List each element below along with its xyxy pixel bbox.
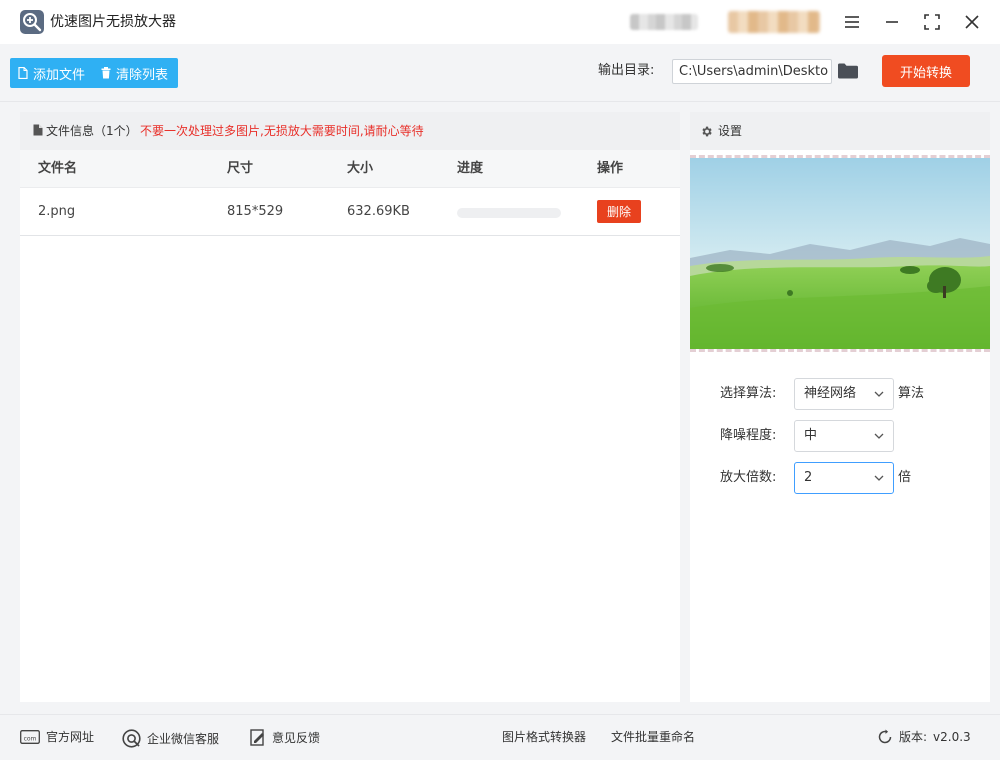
minimize-icon[interactable] bbox=[880, 10, 904, 34]
version-value: v2.0.3 bbox=[933, 730, 971, 744]
progress-bar bbox=[457, 208, 561, 218]
col-action-header: 操作 bbox=[597, 161, 624, 176]
file-info-icon bbox=[33, 124, 43, 136]
add-file-label: 添加文件 bbox=[33, 67, 86, 83]
col-progress-header: 进度 bbox=[457, 161, 484, 176]
file-actions-group: 添加文件 清除列表 bbox=[10, 58, 179, 88]
col-filesize-header: 大小 bbox=[347, 161, 374, 176]
trash-icon bbox=[101, 67, 111, 79]
website-label: 官方网址 bbox=[46, 730, 95, 744]
chevron-down-icon bbox=[874, 433, 884, 439]
close-icon[interactable] bbox=[960, 10, 984, 34]
denoise-select-value: 中 bbox=[804, 428, 818, 443]
chat-icon bbox=[122, 729, 141, 748]
format-converter-label: 图片格式转换器 bbox=[502, 730, 587, 744]
col-dimensions-header: 尺寸 bbox=[227, 161, 254, 176]
algorithm-select[interactable]: 神经网络 bbox=[794, 378, 894, 410]
file-panel: 文件信息（1个） 不要一次处理过多图片,无损放大需要时间,请耐心等待 文件名 尺… bbox=[20, 112, 680, 702]
algorithm-suffix: 算法 bbox=[898, 386, 925, 401]
scale-select-value: 2 bbox=[804, 470, 813, 485]
scale-label: 放大倍数: bbox=[720, 470, 777, 485]
wechat-service-label: 企业微信客服 bbox=[147, 731, 220, 746]
clear-list-label: 清除列表 bbox=[116, 67, 169, 83]
file-panel-title: 文件信息（1个） bbox=[46, 124, 138, 138]
col-name-header: 文件名 bbox=[38, 161, 78, 176]
gear-icon bbox=[702, 126, 712, 137]
version-label: 版本: bbox=[899, 730, 928, 744]
scale-select[interactable]: 2 bbox=[794, 462, 894, 494]
algorithm-select-value: 神经网络 bbox=[804, 386, 857, 401]
format-converter-link[interactable]: 图片格式转换器 bbox=[502, 729, 586, 745]
denoise-select[interactable]: 中 bbox=[794, 420, 894, 452]
website-link[interactable]: com 官方网址 bbox=[20, 729, 94, 745]
file-name-cell: 2.png bbox=[38, 204, 76, 219]
output-dir-label: 输出目录: bbox=[598, 63, 655, 78]
file-panel-warning: 不要一次处理过多图片,无损放大需要时间,请耐心等待 bbox=[140, 124, 424, 138]
app-title: 优速图片无损放大器 bbox=[50, 14, 176, 30]
file-icon bbox=[18, 67, 28, 79]
batch-rename-link[interactable]: 文件批量重命名 bbox=[611, 729, 695, 745]
denoise-label: 降噪程度: bbox=[720, 428, 777, 443]
file-size-cell: 632.69KB bbox=[347, 204, 410, 219]
menu-icon[interactable] bbox=[840, 10, 864, 34]
svg-text:com: com bbox=[24, 736, 37, 743]
wechat-service-link[interactable]: 企业微信客服 bbox=[122, 729, 219, 748]
delete-button[interactable]: 删除 bbox=[597, 200, 641, 223]
start-convert-button[interactable]: 开始转换 bbox=[882, 55, 970, 87]
settings-header: 设置 bbox=[690, 112, 990, 150]
settings-title: 设置 bbox=[718, 124, 743, 138]
maximize-icon[interactable] bbox=[920, 10, 944, 34]
file-panel-header: 文件信息（1个） 不要一次处理过多图片,无损放大需要时间,请耐心等待 bbox=[20, 112, 680, 150]
file-table-header: 文件名 尺寸 大小 进度 操作 bbox=[20, 150, 680, 188]
chevron-down-icon bbox=[874, 391, 884, 397]
algorithm-label: 选择算法: bbox=[720, 386, 777, 401]
batch-rename-label: 文件批量重命名 bbox=[611, 730, 696, 744]
scale-suffix: 倍 bbox=[898, 470, 912, 485]
chevron-down-icon bbox=[874, 475, 884, 481]
website-icon: com bbox=[20, 730, 40, 744]
feedback-link[interactable]: 意见反馈 bbox=[250, 729, 320, 747]
table-row[interactable]: 2.png 815*529 632.69KB 删除 bbox=[20, 188, 680, 236]
output-dir-input[interactable]: C:\Users\admin\Deskto bbox=[672, 59, 832, 84]
refresh-icon bbox=[878, 729, 892, 744]
blurred-user-avatar bbox=[728, 11, 820, 33]
folder-icon[interactable] bbox=[837, 62, 859, 80]
version-info[interactable]: 版本: v2.0.3 bbox=[877, 729, 971, 745]
clear-list-button[interactable]: 清除列表 bbox=[101, 64, 168, 83]
add-file-button[interactable]: 添加文件 bbox=[18, 64, 85, 83]
settings-panel: 设置 选择算法: 神经网络 算法 降噪程度: 中 放大倍数: 2 倍 bbox=[690, 112, 990, 702]
file-dimensions-cell: 815*529 bbox=[227, 204, 284, 219]
footer: com 官方网址 企业微信客服 意见反馈 图片格式转换器 文件批量重命名 版本:… bbox=[0, 714, 1000, 760]
app-logo-icon bbox=[20, 10, 44, 34]
feedback-icon bbox=[250, 729, 264, 746]
feedback-label: 意见反馈 bbox=[272, 731, 321, 745]
title-bar: 优速图片无损放大器 bbox=[0, 0, 1000, 44]
preview-image bbox=[690, 155, 990, 352]
blurred-account-info bbox=[630, 14, 698, 30]
